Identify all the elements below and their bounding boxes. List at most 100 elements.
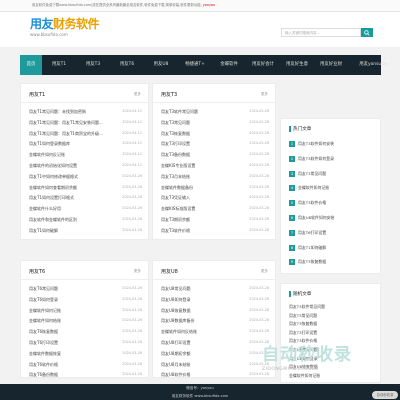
list-item-title: 用友T1常见问题：用友T1常见安装问题... bbox=[29, 119, 103, 125]
rank-badge: 9 bbox=[289, 259, 295, 266]
list-item[interactable]: 用友U8数据库备份 2024-03-28 bbox=[161, 318, 269, 323]
divider bbox=[21, 102, 148, 103]
nav-item[interactable]: 用友T1 bbox=[42, 55, 76, 75]
hot-item[interactable]: 3 用友T3常见问题 bbox=[289, 170, 379, 177]
list-item[interactable]: 用友U8月末结账 2024-03-28 bbox=[161, 362, 269, 367]
list-item-date: 2024-04-11 bbox=[122, 130, 142, 135]
list-item[interactable]: 用友T1如何破解 2024-03-26 bbox=[29, 228, 142, 233]
list-item[interactable]: 金蝶KIS标准版设置 2024-03-28 bbox=[161, 206, 269, 211]
list-item[interactable]: 用友T1如何设置打印格式 2024-03-26 bbox=[29, 195, 142, 200]
list-item-title: 用友U8如何登录 bbox=[161, 296, 191, 302]
hot-item[interactable]: 1 用友T3软件如何安装 bbox=[289, 141, 379, 147]
list-item[interactable]: 用友T3月末结账 2024-03-28 bbox=[161, 174, 269, 179]
panel-t3: 用友T3 更多 用友T3软件常见问题 2024-03-28 用友T3常见问题 2024… bbox=[152, 83, 276, 240]
list-item-date: 2024-03-26 bbox=[122, 296, 142, 301]
list-item[interactable]: 用友T6打印设置 2024-03-26 bbox=[29, 340, 142, 345]
list-item[interactable]: 用友U8如何登录 2024-03-28 bbox=[161, 297, 269, 302]
section-title: 随机文章 bbox=[293, 292, 312, 297]
list-item-title: 用友T6如何登录 bbox=[29, 296, 58, 302]
list-item-title: 用友T3软件常见问题 bbox=[161, 109, 198, 114]
more-link[interactable]: 更多 bbox=[261, 92, 268, 97]
nav-item[interactable]: 用友好生意 bbox=[280, 55, 314, 75]
nav-item[interactable]: 畅捷通T+ bbox=[178, 55, 212, 75]
list-item[interactable]: 金蝶软件数据备份 2024-03-28 bbox=[161, 185, 269, 190]
list-item-title: 用友U8数据库备份 bbox=[161, 318, 195, 324]
random-item[interactable]: 用友T3恢复数据 bbox=[289, 321, 379, 327]
list-item[interactable]: 用友T3打印设置 2024-03-28 bbox=[161, 141, 269, 146]
list-item[interactable]: 用友U8软件价格 2024-03-28 bbox=[161, 372, 269, 377]
list-item-date: 2024-03-28 bbox=[249, 372, 269, 377]
random-item[interactable]: 金蝶软件如何记账 bbox=[289, 373, 379, 379]
list-item[interactable]: 用友U8常见问题 2024-03-28 bbox=[161, 286, 269, 291]
main-nav: 首页 用友T1 用友T3 用友T6 用友U8 畅捷通T+ 金蝶软件 用友好会计 用友好生意 用友好… bbox=[20, 55, 387, 75]
list-item[interactable]: 用友T3备份数据 2024-03-28 bbox=[161, 152, 269, 157]
more-link[interactable]: 更多 bbox=[134, 269, 141, 274]
watermark-title: 自动秒收录 bbox=[262, 345, 352, 365]
list-item[interactable]: 用友T1常见问题：用友T1商贸宝的升级... 2024-04-11 bbox=[29, 131, 142, 136]
list-item[interactable]: 用友T3软件常见问题 2024-03-28 bbox=[161, 109, 269, 114]
hot-item[interactable]: 2 用友T3软件如何登录 bbox=[289, 155, 379, 162]
list-item[interactable]: 金蝶软件如何结账 2024-03-26 bbox=[29, 318, 142, 323]
list-item[interactable]: 金蝶软件如何反记账 2024-04-11 bbox=[29, 152, 142, 157]
nav-item[interactable]: 首页 bbox=[20, 55, 42, 75]
list-item[interactable]: 用友T3期初余额 2024-03-28 bbox=[161, 217, 269, 222]
rank-badge: 8 bbox=[289, 244, 295, 251]
list-item[interactable]: 用友U8打印设置 2024-03-28 bbox=[161, 340, 269, 345]
logo-brand: 用友 bbox=[30, 17, 54, 31]
list-item[interactable]: 用友U8恢复数据 2024-03-28 bbox=[161, 308, 269, 313]
hot-item-title: 用友U8软件如何安装 bbox=[298, 215, 335, 220]
list-item-date: 2024-03-28 bbox=[249, 217, 269, 221]
badge-pill[interactable]: 自动秒收录 bbox=[372, 391, 398, 399]
list-item-date: 2024-03-26 bbox=[122, 227, 142, 232]
top-notice-text: 用友软件免费下载www.bbsufida.com|设在提供全系列最新最全用友软件… bbox=[32, 3, 202, 7]
hot-item[interactable]: 9 用友T3恢复数据 bbox=[289, 259, 379, 266]
hot-item[interactable]: 7 用友T6打印设置 bbox=[289, 229, 379, 236]
list-item[interactable]: 用友U8期初余额 2024-03-28 bbox=[161, 351, 269, 356]
nav-item[interactable]: 用友T3 bbox=[76, 55, 110, 75]
nav-item[interactable]: 金蝶软件 bbox=[212, 55, 246, 75]
list-item[interactable]: 用友T1常见问题：未找到加密狗 2024-04-11 bbox=[29, 109, 142, 114]
list-item[interactable]: 用友T3恢复数据 2024-03-28 bbox=[161, 131, 269, 136]
site-logo[interactable]: 用友财务软件 www.bbsufida.com bbox=[30, 17, 100, 38]
list-item[interactable]: 金蝶软件如何反结账 2024-03-28 bbox=[161, 329, 269, 334]
more-link[interactable]: 更多 bbox=[134, 92, 141, 97]
list-item[interactable]: 金蝶软件的初始化如何设置 2024-04-11 bbox=[29, 163, 142, 168]
list-item[interactable]: 金蝶软件如何记账 2024-03-26 bbox=[29, 308, 142, 313]
nav-item[interactable]: 用友好会计 bbox=[246, 55, 280, 75]
hot-item-title: 金蝶软件如何记账 bbox=[298, 185, 330, 191]
list-item[interactable]: 用友T6软件价格 2024-03-26 bbox=[29, 362, 142, 367]
nav-item[interactable]: 用友好业财 bbox=[314, 55, 348, 75]
nav-item[interactable]: 用友T6 bbox=[110, 55, 144, 75]
site-footer: 微信号：yonyou 用友财务软件 www.bbsufida.com bbox=[0, 384, 400, 400]
hot-item[interactable]: 6 用友U8软件如何安装 bbox=[289, 215, 379, 221]
random-item[interactable]: 用友T3常见问题 bbox=[289, 313, 379, 319]
list-item[interactable]: 用友T3常见问题 2024-03-28 bbox=[161, 120, 269, 125]
list-item[interactable]: 用友T1如何登录数据库 2024-04-11 bbox=[29, 141, 142, 146]
hot-item-title: 用友T3恢复数据 bbox=[298, 259, 327, 265]
search-button[interactable] bbox=[361, 28, 373, 37]
list-item[interactable]: 金蝶KIS专业版设置 2024-03-28 bbox=[161, 163, 269, 168]
random-item[interactable]: 用友T3软件常见问题 bbox=[289, 304, 379, 310]
more-link[interactable]: 更多 bbox=[261, 269, 268, 274]
list-item[interactable]: 金蝶软件如何查看期初余额 2024-03-26 bbox=[29, 185, 142, 190]
hot-item[interactable]: 8 用友T1如何破解 bbox=[289, 244, 379, 251]
top-notice-link[interactable]: yonyou bbox=[203, 3, 215, 7]
nav-item[interactable]: 用友U8 bbox=[144, 55, 178, 75]
nav-item[interactable]: 用友yonsuite bbox=[348, 55, 398, 75]
list-item[interactable]: 用友T6备份数据 2024-03-26 bbox=[29, 372, 142, 377]
list-item[interactable]: 用友软件和金蝶软件的区别 2024-03-26 bbox=[29, 217, 142, 222]
list-item[interactable]: 用友T1中如何修改单据格式 2024-03-26 bbox=[29, 174, 142, 179]
list-item[interactable]: 用友T6如何登录 2024-03-26 bbox=[29, 297, 142, 302]
list-item[interactable]: 金蝶软件数据恢复 2024-03-26 bbox=[29, 351, 142, 356]
random-item[interactable]: 用友T3打印设置 bbox=[289, 330, 379, 336]
list-item[interactable]: 用友T6恢复数据 2024-03-26 bbox=[29, 329, 142, 334]
hot-item[interactable]: 5 用友T3软件价格 bbox=[289, 200, 379, 207]
list-item[interactable]: 金蝶软件什么好用 2024-03-26 bbox=[29, 206, 142, 211]
hot-item[interactable]: 4 金蝶软件如何记账 bbox=[289, 185, 379, 192]
list-item[interactable]: 用友T1常见问题：用友T1常见安装问题... 2024-04-11 bbox=[29, 120, 142, 125]
list-item[interactable]: 用友T3软件价格 2024-03-28 bbox=[161, 228, 269, 233]
list-item[interactable]: 用友T3凭证输入 2024-03-28 bbox=[161, 195, 269, 200]
search-input[interactable]: 输入关键词搜索内容... bbox=[281, 28, 361, 37]
list-item[interactable]: 用友T6常见问题 2024-03-26 bbox=[29, 286, 142, 291]
list-item-date: 2024-03-28 bbox=[249, 286, 269, 290]
